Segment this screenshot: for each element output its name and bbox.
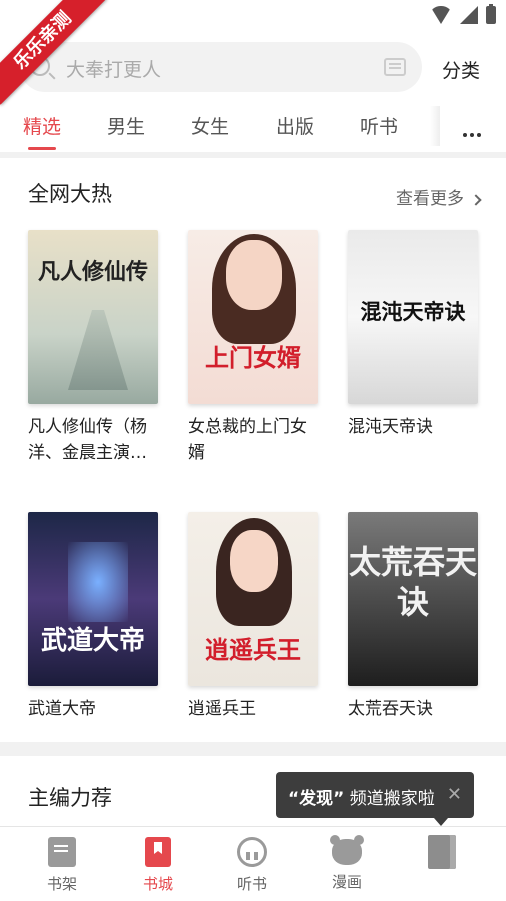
book-title: 混沌天帝诀 <box>348 417 433 437</box>
hot-section: 全网大热 查看更多 凡人修仙传 凡人修仙传（杨洋、金晨主演… 上门女婿 女总裁的… <box>0 158 506 742</box>
bookstore-icon <box>145 837 171 867</box>
tab-published[interactable]: 出版 <box>276 112 314 139</box>
toast-highlight: “发现” <box>288 789 345 809</box>
cover-title: 凡人修仙传 <box>37 259 148 285</box>
book-title: 武道大帝 <box>28 699 96 719</box>
tab-female[interactable]: 女生 <box>191 112 229 139</box>
nav-label: 书架 <box>46 875 77 893</box>
nav-bookshelf[interactable]: 书架 <box>32 837 92 894</box>
cover-title: 混沌天帝诀 <box>360 299 466 324</box>
book-card[interactable]: 上门女婿 女总裁的上门女婿 <box>188 230 318 466</box>
nav-label: 书城 <box>142 875 173 893</box>
tab-audiobook[interactable]: 听书 <box>360 112 398 139</box>
cover-title: 武道大帝 <box>40 626 145 656</box>
nav-bookstore[interactable]: 书城 <box>128 837 188 894</box>
section-title: 全网大热 <box>28 182 112 206</box>
nav-comic[interactable]: 漫画 <box>317 835 377 892</box>
book-card[interactable]: 逍遥兵王 逍遥兵王 <box>188 512 318 722</box>
book-card[interactable]: 混沌天帝诀 混沌天帝诀 <box>348 230 478 440</box>
nav-label: 听书 <box>236 875 267 893</box>
cover-title: 逍遥兵王 <box>205 636 301 664</box>
cover-title: 太荒吞天诀 <box>348 543 477 621</box>
signal-icon <box>460 6 478 24</box>
close-icon[interactable]: ✕ <box>447 784 462 805</box>
book-cover: 武道大帝 <box>28 512 158 686</box>
book-title: 凡人修仙传（杨洋、金晨主演… <box>28 417 147 463</box>
nav-audiobook[interactable]: 听书 <box>222 837 282 894</box>
book-cover: 凡人修仙传 <box>28 230 158 404</box>
cover-title: 上门女婿 <box>205 344 301 372</box>
active-tab-indicator <box>28 147 56 150</box>
channel-tabs: 精选 男生 女生 出版 听书 <box>0 106 506 152</box>
chevron-right-icon <box>470 194 482 206</box>
book-title: 太荒吞天诀 <box>348 699 433 719</box>
book-cover: 逍遥兵王 <box>188 512 318 686</box>
book-cover: 混沌天帝诀 <box>348 230 478 404</box>
book-cover: 上门女婿 <box>188 230 318 404</box>
category-button[interactable]: 分类 <box>442 56 480 83</box>
toast-pointer <box>434 818 448 826</box>
tab-male[interactable]: 男生 <box>107 112 145 139</box>
book-title: 女总裁的上门女婿 <box>188 417 307 463</box>
keyboard-icon[interactable] <box>384 58 406 76</box>
book-cover: 太荒吞天诀 <box>348 512 478 686</box>
bottom-nav: 书架 书城 听书 漫画 <box>0 826 506 901</box>
nav-discover[interactable] <box>412 835 472 875</box>
comic-bear-icon <box>330 835 364 865</box>
toast-message: “发现” 频道搬家啦 <box>288 784 435 809</box>
headphones-icon <box>237 837 267 867</box>
see-more-label: 查看更多 <box>396 189 464 209</box>
toast-text: 频道搬家啦 <box>344 789 435 809</box>
more-icon[interactable] <box>463 122 485 137</box>
book-card[interactable]: 武道大帝 武道大帝 <box>28 512 158 722</box>
battery-icon <box>486 4 496 24</box>
wifi-icon <box>430 6 452 24</box>
discover-moved-toast[interactable]: “发现” 频道搬家啦 ✕ <box>276 772 474 818</box>
section-title: 主编力荐 <box>28 786 112 810</box>
tab-featured[interactable]: 精选 <box>23 112 61 139</box>
corner-ribbon: 乐乐亲测 <box>0 0 110 110</box>
book-card[interactable]: 太荒吞天诀 太荒吞天诀 <box>348 512 478 722</box>
see-more-link[interactable]: 查看更多 <box>396 184 482 209</box>
ribbon-text: 乐乐亲测 <box>0 0 107 105</box>
nav-label: 漫画 <box>331 873 362 891</box>
bookshelf-icon <box>48 837 76 867</box>
book-card[interactable]: 凡人修仙传 凡人修仙传（杨洋、金晨主演… <box>28 230 158 466</box>
tab-fade <box>430 106 440 146</box>
discover-icon <box>428 835 456 869</box>
book-title: 逍遥兵王 <box>188 699 256 719</box>
